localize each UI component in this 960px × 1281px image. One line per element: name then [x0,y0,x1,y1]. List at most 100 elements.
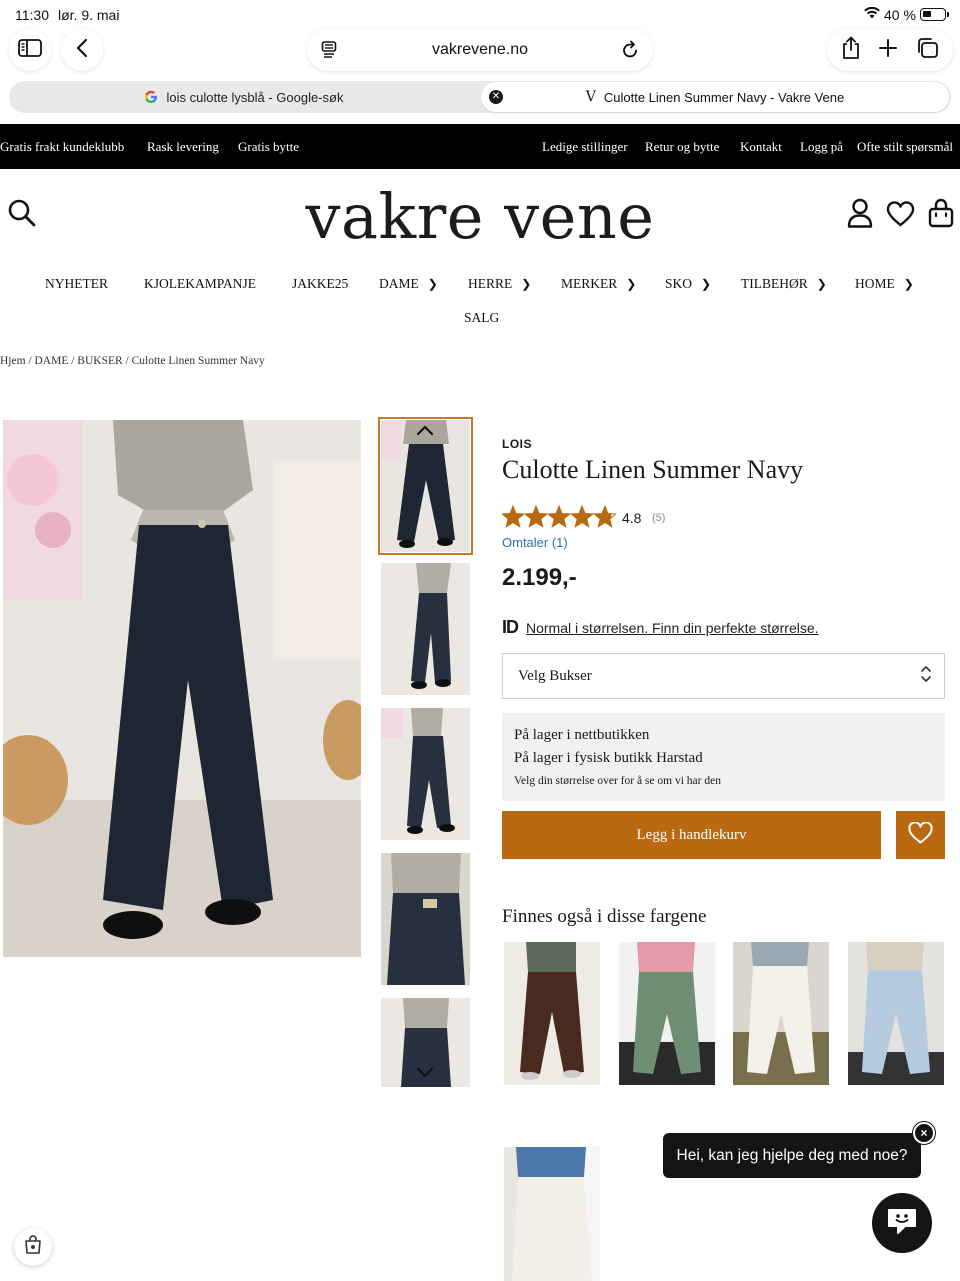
browser-actions [827,29,953,71]
color-variant-white[interactable] [733,942,829,1085]
tab-title: lois culotte lysblå - Google-søk [166,89,344,105]
cart-icon[interactable] [928,198,954,233]
bag-icon [23,1234,43,1260]
stock-note: Velg din størrelse over for å se om vi h… [514,775,721,787]
address-bar[interactable]: vakrevene.no [307,29,653,71]
nav-item-sko[interactable]: SKO ❯ [665,276,711,292]
reload-icon[interactable] [621,40,639,64]
stock-store: På lager i fysisk butikk Harstad [514,750,703,766]
nav-item-nyheter[interactable]: NYHETER [45,276,108,292]
site-logo[interactable]: vakre vene [0,180,960,253]
chevron-right-icon: ❯ [816,276,827,291]
rating-count: (5) [652,512,666,524]
topbar-link-login[interactable]: Logg på [800,139,843,155]
nav-item-merker[interactable]: MERKER ❯ [561,276,636,292]
tab-title: Culotte Linen Summer Navy - Vakre Vene [603,89,845,105]
nav-item-label: KJOLEKAMPANJE [144,276,257,291]
color-variant-white-denim[interactable] [504,1147,600,1281]
tab-active-product[interactable]: ✕ V Culotte Linen Summer Navy - Vakre Ve… [481,82,949,112]
color-variant-brown[interactable] [504,942,600,1085]
wishlist-icon[interactable] [886,201,915,232]
size-select[interactable]: Velg Bukser [502,653,945,699]
stock-info: På lager i nettbutikken På lager i fysis… [502,713,945,801]
nav-item-label: HOME [855,276,895,291]
tabs-icon[interactable] [915,37,939,64]
close-tab-icon[interactable]: ✕ [489,90,503,104]
colors-heading: Finnes også i disse fargene [502,906,707,927]
topbar-link-contact[interactable]: Kontakt [740,139,782,155]
nav-item-label: MERKER [561,276,618,291]
topbar-link-free-shipping[interactable]: Gratis frakt kundeklubb [0,139,124,155]
google-icon [144,90,158,104]
topbar-link-jobs[interactable]: Ledige stillinger [542,139,628,155]
nav-item-label: SALG [464,310,500,325]
back-button[interactable] [61,29,103,71]
battery-icon [920,8,949,21]
star-icon [523,505,549,528]
chevron-down-icon[interactable] [415,1066,435,1085]
color-variant-green[interactable] [619,942,715,1085]
topbar-link-returns[interactable]: Retur og bytte [645,139,719,155]
nav-item-kjolekampanje[interactable]: KJOLEKAMPANJE [144,276,256,292]
fit-advisor[interactable]: ID Normal i størrelsen. Finn din perfekt… [502,617,819,638]
chevron-updown-icon [920,664,932,686]
site-top-bar: Gratis frakt kundeklubb Rask levering Gr… [0,124,960,169]
wifi-icon [864,6,880,22]
plus-icon[interactable] [878,38,898,63]
vakrevene-favicon-icon: V [585,89,596,105]
nav-item-herre[interactable]: HERRE ❯ [468,276,531,292]
add-to-wishlist-button[interactable] [896,811,945,859]
star-icon [546,505,572,528]
chat-close-icon[interactable]: × [913,1122,935,1144]
stock-online: På lager i nettbutikken [514,727,650,743]
topbar-link-fast-delivery[interactable]: Rask levering [147,139,219,155]
account-icon[interactable] [847,198,873,233]
fit-advisor-link[interactable]: Normal i størrelsen. Finn din perfekte s… [526,620,819,636]
topbar-link-free-exchange[interactable]: Gratis bytte [238,139,299,155]
rating-stars [502,505,616,529]
chevron-up-icon[interactable] [415,423,435,442]
nav-item-salg[interactable]: SALG [464,310,499,326]
chat-prompt-bubble[interactable]: Hei, kan jeg hjelpe deg med noe? [663,1133,921,1178]
chevron-right-icon: ❯ [427,276,438,291]
reviews-link[interactable]: Omtaler (1) [502,535,568,550]
sidebar-icon [18,38,42,62]
star-icon [502,505,526,528]
nav-item-dame[interactable]: DAME ❯ [379,276,438,292]
add-to-cart-button[interactable]: Legg i handlekurv [502,811,881,859]
chat-open-button[interactable] [872,1193,932,1253]
battery-percent: 40 % [884,7,916,23]
status-time: 11:30 [15,7,49,23]
product-thumbnail[interactable] [381,563,470,695]
product-thumbnail[interactable] [381,853,470,985]
size-select-value: Velg Bukser [518,668,592,684]
nav-item-label: TILBEHØR [741,276,808,291]
nav-item-home[interactable]: HOME ❯ [855,276,914,292]
nav-item-label: HERRE [468,276,513,291]
share-icon[interactable] [841,36,861,65]
breadcrumb[interactable]: Hjem / DAME / BUKSER / Culotte Linen Sum… [0,355,265,367]
nav-item-jakke25[interactable]: JAKKE25 [292,276,348,292]
product-title: Culotte Linen Summer Navy [502,455,804,484]
color-variant-light-blue[interactable] [848,942,944,1085]
status-date: lør. 9. mai [58,7,120,23]
tab-strip: lois culotte lysblå - Google-søk ✕ V Cul… [9,81,951,113]
product-thumbnail[interactable] [381,708,470,840]
sidebar-button[interactable] [9,29,51,71]
rating-value: 4.8 [622,510,642,526]
heart-icon [908,820,933,849]
url-text: vakrevene.no [431,41,529,58]
main-nav: NYHETER KJOLEKAMPANJE JAKKE25 DAME ❯ HERR… [0,270,960,330]
chat-smile-icon [885,1206,919,1241]
topbar-link-faq[interactable]: Ofte stilt spørsmål [857,139,953,155]
product-brand[interactable]: LOIS [502,437,532,451]
chevron-right-icon: ❯ [626,276,637,291]
nav-item-tilbehor[interactable]: TILBEHØR ❯ [741,276,827,292]
fit-logo-icon: ID [502,617,519,637]
chevron-right-icon: ❯ [903,276,914,291]
shopping-assistant-button[interactable] [14,1228,52,1266]
tab-google-search[interactable]: lois culotte lysblå - Google-søk [9,81,479,113]
nav-item-label: JAKKE25 [292,276,349,291]
back-icon [76,38,88,63]
product-main-image[interactable] [3,420,361,957]
